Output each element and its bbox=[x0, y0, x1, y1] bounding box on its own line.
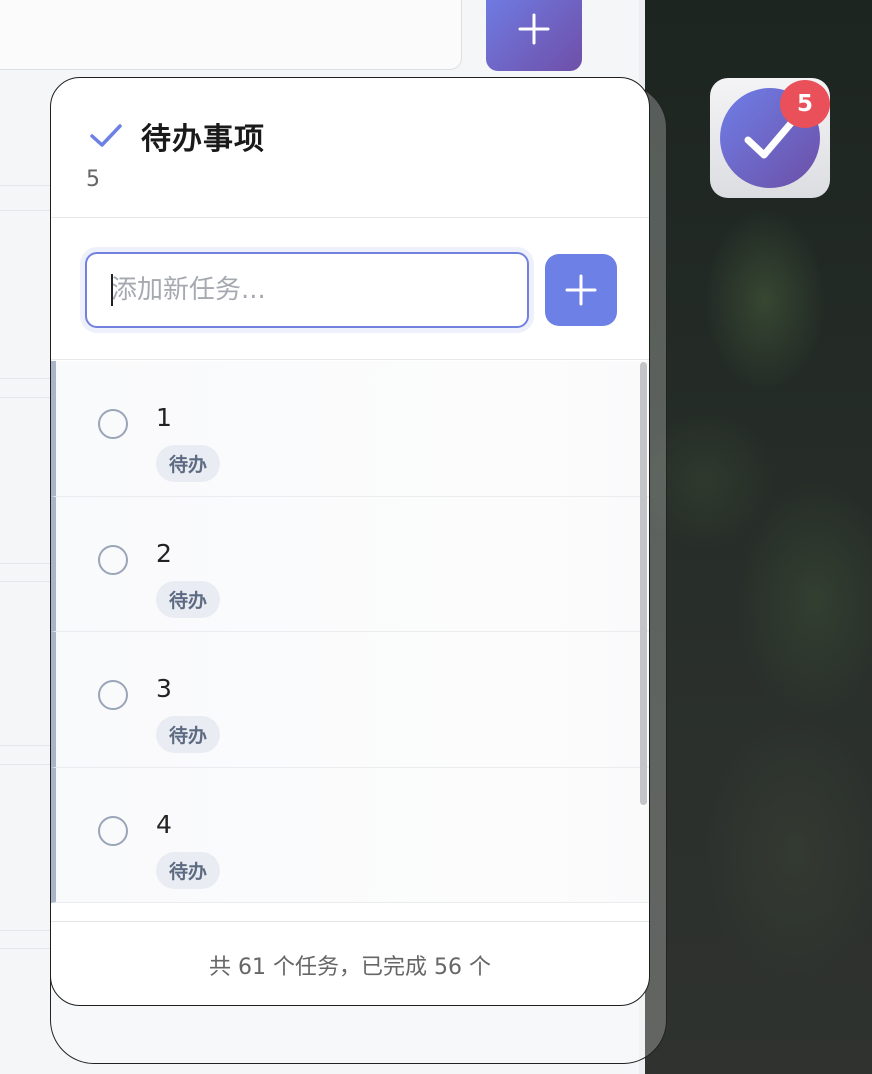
task-checkbox[interactable] bbox=[98, 680, 128, 710]
add-task-button[interactable] bbox=[545, 254, 617, 326]
background-card bbox=[0, 0, 462, 70]
todo-widget[interactable]: 5 bbox=[710, 78, 830, 198]
task-status-chip: 待办 bbox=[156, 851, 221, 889]
plus-icon bbox=[565, 274, 597, 306]
todo-panel: 待办事项 5 1 待办 2 待办 3 待办 4 待办 bbox=[50, 77, 650, 1006]
task-checkbox[interactable] bbox=[98, 409, 128, 439]
task-item[interactable]: 4 待办 bbox=[51, 767, 649, 903]
task-list-scrollbar[interactable] bbox=[640, 362, 647, 805]
plus-icon bbox=[518, 13, 550, 44]
task-list[interactable]: 1 待办 2 待办 3 待办 4 待办 bbox=[51, 361, 649, 921]
task-label: 1 bbox=[156, 403, 172, 432]
panel-title: 待办事项 bbox=[141, 122, 265, 157]
task-item[interactable]: 3 待办 bbox=[51, 632, 649, 768]
task-checkbox[interactable] bbox=[98, 815, 128, 846]
widget-count-badge: 5 bbox=[780, 80, 830, 128]
task-label: 2 bbox=[156, 538, 172, 568]
background-add-button[interactable] bbox=[486, 0, 582, 71]
add-task-row bbox=[51, 218, 649, 360]
text-caret bbox=[111, 274, 113, 306]
new-task-input[interactable] bbox=[85, 252, 529, 328]
task-label: 4 bbox=[156, 809, 172, 839]
pending-count: 5 bbox=[86, 167, 100, 192]
task-summary: 共 61 个任务，已完成 56 个 bbox=[51, 921, 649, 1005]
task-label: 3 bbox=[156, 674, 172, 703]
task-checkbox[interactable] bbox=[98, 544, 128, 575]
task-status-chip: 待办 bbox=[156, 580, 221, 618]
task-item[interactable]: 1 待办 bbox=[51, 361, 649, 497]
panel-header: 待办事项 5 bbox=[51, 78, 649, 218]
check-icon bbox=[90, 124, 122, 147]
task-item[interactable]: 2 待办 bbox=[51, 496, 649, 632]
task-status-chip: 待办 bbox=[156, 445, 221, 482]
task-status-chip: 待办 bbox=[156, 716, 221, 753]
